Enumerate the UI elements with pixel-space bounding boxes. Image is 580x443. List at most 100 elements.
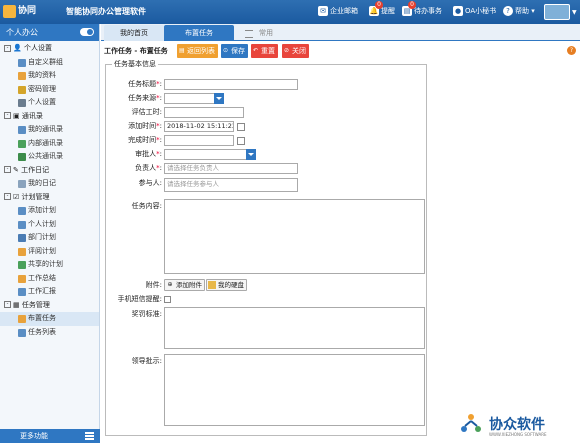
todo-count-badge: 0: [408, 1, 416, 9]
add-time-label: 添加时间*:: [128, 122, 162, 130]
tab-assign-task[interactable]: 布置任务: [164, 25, 234, 41]
user-icon: 👤: [13, 44, 22, 52]
my-disk-button[interactable]: 我的硬盘: [206, 279, 247, 291]
title-label-text: 任务标题: [128, 80, 157, 88]
item-label: 共享的计划: [28, 260, 63, 268]
remind-button[interactable]: 🔔 0 提醒: [367, 1, 399, 20]
sidebar-item-review-plan[interactable]: 评阅计划: [0, 245, 99, 259]
required-mark: *: [156, 80, 160, 88]
leader-instruction-textarea[interactable]: [164, 354, 425, 426]
help-menu-button[interactable]: ? 帮助 ▾: [501, 3, 539, 20]
avatar[interactable]: [544, 4, 570, 20]
item-label: 任务列表: [28, 327, 56, 336]
contact-icon: [18, 139, 26, 148]
sidebar-item-dept-plan[interactable]: 部门计划: [0, 231, 99, 245]
mail-label: 企业邮箱: [330, 7, 358, 15]
tab-bar: 我的首页 布置任务 常用: [101, 24, 580, 41]
item-label: 我的通讯录: [28, 125, 63, 133]
item-label: 密码管理: [28, 84, 56, 93]
task-content-editor[interactable]: [164, 199, 425, 274]
group-label: 通讯录: [21, 111, 43, 120]
hours-label-text: 评估工时: [131, 108, 160, 116]
add-time-input[interactable]: 2018-11-02 15:11:23: [164, 121, 234, 132]
sidebar-item-work-report[interactable]: 工作汇报: [0, 285, 99, 299]
collapse-icon: -: [4, 193, 11, 200]
approver-label: 审批人*:: [135, 150, 162, 158]
reset-button[interactable]: ↶ 重置: [251, 44, 278, 58]
participants-label: 参与人:: [138, 179, 162, 187]
sidebar-item-my-profile[interactable]: 我的资料: [0, 69, 99, 83]
sidebar-item-personal-settings[interactable]: 个人设置: [0, 96, 99, 110]
calendar-icon[interactable]: [237, 137, 245, 145]
toolbar: 工作任务 - 布置任务 ▤ 返回列表 ⊙ 保存 ↶ 重置 ⊘ 关闭 ?: [101, 43, 580, 59]
sidebar-item-custom-group[interactable]: 自定义群组: [0, 56, 99, 70]
estimated-hours-input[interactable]: [164, 107, 244, 118]
item-label: 公共通讯录: [28, 152, 63, 160]
sidebar-item-my-contacts[interactable]: 我的通讯录: [0, 123, 99, 137]
reward-standard-textarea[interactable]: [164, 307, 425, 349]
top-bar: 协同 智能协同办公管理软件 ✉ 企业邮箱 🔔 0 提醒 ▤ 0 待办事务 ● OA小秘书 ?…: [0, 0, 580, 24]
sidebar-item-public-contacts[interactable]: 公共通讯录: [0, 150, 99, 164]
tab-home[interactable]: 我的首页: [104, 25, 164, 41]
item-label: 布置任务: [28, 314, 56, 322]
user-menu-chevron-icon[interactable]: ▼: [572, 9, 577, 16]
undo-icon: ↶: [253, 47, 259, 54]
sidebar-item-personal-plan[interactable]: 个人计划: [0, 218, 99, 232]
sidebar-item-assign-task[interactable]: 布置任务: [0, 312, 99, 326]
item-label: 工作汇报: [28, 287, 56, 295]
sidebar-group-contacts[interactable]: - ▣ 通讯录: [0, 110, 99, 124]
sidebar-item-task-list[interactable]: 任务列表: [0, 326, 99, 340]
reward-label-text: 奖罚标准: [131, 310, 160, 318]
close-button[interactable]: ⊘ 关闭: [282, 44, 309, 58]
back-to-list-button[interactable]: ▤ 返回列表: [177, 44, 218, 58]
collapse-icon: -: [4, 166, 11, 173]
add-plan-icon: [18, 207, 26, 215]
help-icon[interactable]: ?: [567, 46, 576, 55]
source-label: 任务来源*:: [128, 94, 162, 102]
participants-placeholder: 请选择任务参与人: [167, 180, 219, 188]
item-label: 我的资料: [28, 71, 56, 79]
sidebar-item-shared-plan[interactable]: 共享的计划: [0, 258, 99, 272]
add-attachment-label: 添加附件: [176, 281, 202, 289]
chevron-down-icon: [214, 93, 224, 104]
sidebar-group-diary[interactable]: - ✎ 工作日记: [0, 164, 99, 178]
owner-input[interactable]: 请选择任务负责人: [164, 163, 298, 174]
todo-button[interactable]: ▤ 0 待办事务: [400, 1, 446, 20]
report-icon: [18, 288, 26, 296]
sidebar-group-tasks[interactable]: - ▦ 任务管理: [0, 299, 99, 313]
group-label: 任务管理: [21, 300, 50, 309]
sidebar-item-password[interactable]: 密码管理: [0, 83, 99, 97]
list-icon: ▤: [179, 47, 185, 54]
add-time-label-text: 添加时间: [128, 122, 157, 130]
item-label: 个人计划: [28, 219, 56, 228]
sidebar-group-plans[interactable]: - ☑ 计划管理: [0, 191, 99, 205]
group-label: 个人设置: [23, 44, 52, 52]
diary-icon: [18, 180, 26, 188]
mail-button[interactable]: ✉ 企业邮箱: [316, 3, 362, 20]
task-source-select[interactable]: [164, 93, 224, 104]
sms-reminder-checkbox[interactable]: [164, 296, 171, 303]
sidebar-item-add-plan[interactable]: 添加计划: [0, 204, 99, 218]
task-title-input[interactable]: [164, 79, 298, 90]
pen-icon: ✎: [13, 165, 19, 174]
approver-select[interactable]: [164, 149, 256, 160]
sidebar-item-internal-contacts[interactable]: 内部通讯录: [0, 137, 99, 151]
secretary-button[interactable]: ● OA小秘书: [451, 3, 500, 20]
logo-text: 协同: [18, 6, 37, 16]
done-time-input[interactable]: [164, 135, 234, 146]
calendar-icon[interactable]: [237, 123, 245, 131]
participants-input[interactable]: 请选择任务参与人: [164, 178, 298, 192]
tab-frequent[interactable]: 常用: [241, 25, 281, 41]
sidebar-item-my-diary[interactable]: 我的日记: [0, 177, 99, 191]
sidebar-group-settings[interactable]: - 👤 个人设置: [0, 42, 99, 56]
save-button[interactable]: ⊙ 保存: [221, 44, 248, 58]
more-functions-button[interactable]: 更多功能: [0, 429, 100, 443]
sidebar-item-work-summary[interactable]: 工作总结: [0, 272, 99, 286]
sidebar-toggle[interactable]: [80, 28, 94, 36]
plus-circle-icon: ⊕: [167, 281, 173, 288]
item-label: 我的日记: [28, 179, 56, 187]
folder-icon: [208, 281, 216, 289]
add-attachment-button[interactable]: ⊕ 添加附件: [164, 279, 205, 291]
more-functions-label: 更多功能: [20, 432, 48, 440]
my-disk-label: 我的硬盘: [218, 281, 244, 289]
